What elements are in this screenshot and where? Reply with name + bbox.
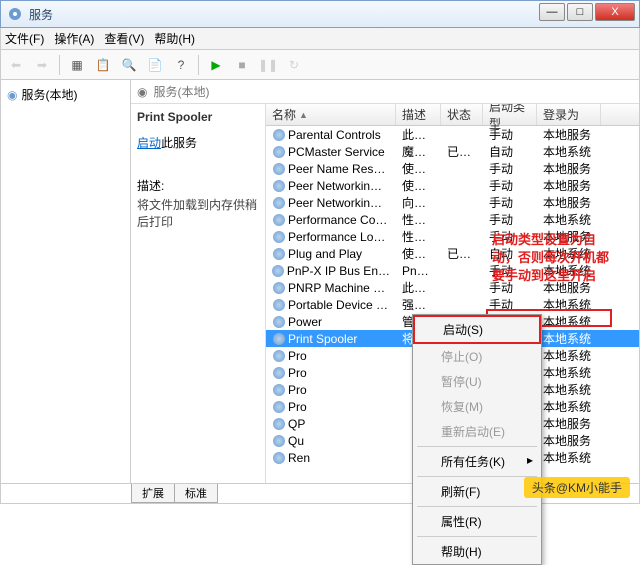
- gear-icon: [273, 384, 285, 396]
- col-desc[interactable]: 描述: [396, 104, 441, 125]
- close-button[interactable]: X: [595, 3, 635, 21]
- ctx-start[interactable]: 启动(S): [413, 315, 541, 344]
- col-startup[interactable]: 启动类型: [483, 104, 537, 125]
- desc-text: 将文件加载到内存供稍后打印: [137, 196, 259, 230]
- pause-service-button: ❚❚: [257, 54, 279, 76]
- ctx-pause: 暂停(U): [413, 369, 541, 394]
- start-link[interactable]: 启动: [137, 134, 161, 151]
- table-row[interactable]: PCMaster Service魔方…已启动自动本地系统: [266, 143, 639, 160]
- maximize-button[interactable]: □: [567, 3, 593, 21]
- sort-icon: ▲: [299, 110, 308, 120]
- menu-file[interactable]: 文件(F): [5, 30, 44, 47]
- properties-button[interactable]: 📄: [144, 54, 166, 76]
- chevron-right-icon: ▸: [527, 453, 533, 467]
- restart-service-button: ↻: [283, 54, 305, 76]
- start-link-suffix: 此服务: [161, 136, 197, 150]
- breadcrumb: ◉ 服务(本地): [131, 80, 639, 104]
- help-button[interactable]: ?: [170, 54, 192, 76]
- ctx-refresh[interactable]: 刷新(F): [413, 479, 541, 504]
- start-service-button[interactable]: ▶: [205, 54, 227, 76]
- app-icon: [7, 6, 23, 22]
- gear-icon: [273, 299, 285, 311]
- ctx-stop: 停止(O): [413, 344, 541, 369]
- menu-action[interactable]: 操作(A): [54, 30, 94, 47]
- show-hide-button[interactable]: ▦: [66, 54, 88, 76]
- table-row[interactable]: PnP-X IP Bus En…PnP-…手动本地系统: [266, 262, 639, 279]
- tree-root[interactable]: ◉ 服务(本地): [5, 84, 126, 105]
- gear-icon: [273, 316, 285, 328]
- tab-standard[interactable]: 标准: [174, 484, 218, 503]
- gear-icon: [273, 197, 285, 209]
- detail-pane: Print Spooler 启动此服务 描述: 将文件加载到内存供稍后打印: [131, 104, 266, 483]
- col-logon[interactable]: 登录为: [537, 104, 601, 125]
- table-row[interactable]: Peer Networkin…使用…手动本地服务: [266, 177, 639, 194]
- col-status[interactable]: 状态: [441, 104, 483, 125]
- ctx-resume: 恢复(M): [413, 394, 541, 419]
- gear-icon: [273, 146, 285, 158]
- ctx-alltasks[interactable]: 所有任务(K)▸: [413, 449, 541, 474]
- forward-button: ➡: [31, 54, 53, 76]
- ctx-restart: 重新启动(E): [413, 419, 541, 444]
- gear-icon: [273, 163, 285, 175]
- table-row[interactable]: Parental Controls此服…手动本地服务: [266, 126, 639, 143]
- table-row[interactable]: Peer Networkin…向对…手动本地服务: [266, 194, 639, 211]
- table-row[interactable]: Performance Lo…性能…手动本地服务: [266, 228, 639, 245]
- gear-icon: [273, 248, 285, 260]
- watermark: 头条@KM小能手: [524, 477, 630, 498]
- gear-icon: [273, 333, 285, 345]
- list-header: 名称▲ 描述 状态 启动类型 登录为: [266, 104, 639, 126]
- table-row[interactable]: Performance Co…性能…手动本地系统: [266, 211, 639, 228]
- table-row[interactable]: Portable Device …强制…手动本地系统: [266, 296, 639, 313]
- desc-label: 描述:: [137, 177, 259, 194]
- ctx-help[interactable]: 帮助(H): [413, 539, 541, 564]
- tree-root-label: 服务(本地): [21, 86, 77, 103]
- gear-icon: [273, 231, 285, 243]
- refresh-button[interactable]: 🔍: [118, 54, 140, 76]
- export-button[interactable]: 📋: [92, 54, 114, 76]
- service-name: Print Spooler: [137, 110, 259, 124]
- gear-icon: [273, 367, 285, 379]
- table-row[interactable]: Peer Name Res…使用…手动本地服务: [266, 160, 639, 177]
- gear-icon: [273, 435, 285, 447]
- gear-icon: [273, 401, 285, 413]
- menu-help[interactable]: 帮助(H): [154, 30, 195, 47]
- context-menu: 启动(S) 停止(O) 暂停(U) 恢复(M) 重新启动(E) 所有任务(K)▸…: [412, 314, 542, 565]
- gear-icon: [273, 180, 285, 192]
- ctx-props[interactable]: 属性(R): [413, 509, 541, 534]
- window-title: 服务: [29, 6, 53, 23]
- table-row[interactable]: Plug and Play使计…已启动自动本地系统: [266, 245, 639, 262]
- menu-view[interactable]: 查看(V): [104, 30, 144, 47]
- title-bar: 服务 — □ X: [0, 0, 640, 28]
- gear-icon: [273, 418, 285, 430]
- gear-icon: ◉: [137, 85, 147, 99]
- gear-icon: [273, 350, 285, 362]
- table-row[interactable]: PNRP Machine …此服…手动本地服务: [266, 279, 639, 296]
- col-name[interactable]: 名称▲: [266, 104, 396, 125]
- gear-icon: ◉: [7, 88, 17, 102]
- gear-icon: [273, 214, 285, 226]
- tab-extended[interactable]: 扩展: [131, 484, 175, 503]
- stop-service-button: ■: [231, 54, 253, 76]
- breadcrumb-label: 服务(本地): [153, 83, 209, 100]
- toolbar: ⬅ ➡ ▦ 📋 🔍 📄 ? ▶ ■ ❚❚ ↻: [0, 50, 640, 80]
- minimize-button[interactable]: —: [539, 3, 565, 21]
- gear-icon: [273, 452, 285, 464]
- tree-pane: ◉ 服务(本地): [1, 80, 131, 483]
- gear-icon: [272, 265, 284, 277]
- gear-icon: [273, 282, 285, 294]
- menu-bar: 文件(F) 操作(A) 查看(V) 帮助(H): [0, 28, 640, 50]
- back-button: ⬅: [5, 54, 27, 76]
- gear-icon: [273, 129, 285, 141]
